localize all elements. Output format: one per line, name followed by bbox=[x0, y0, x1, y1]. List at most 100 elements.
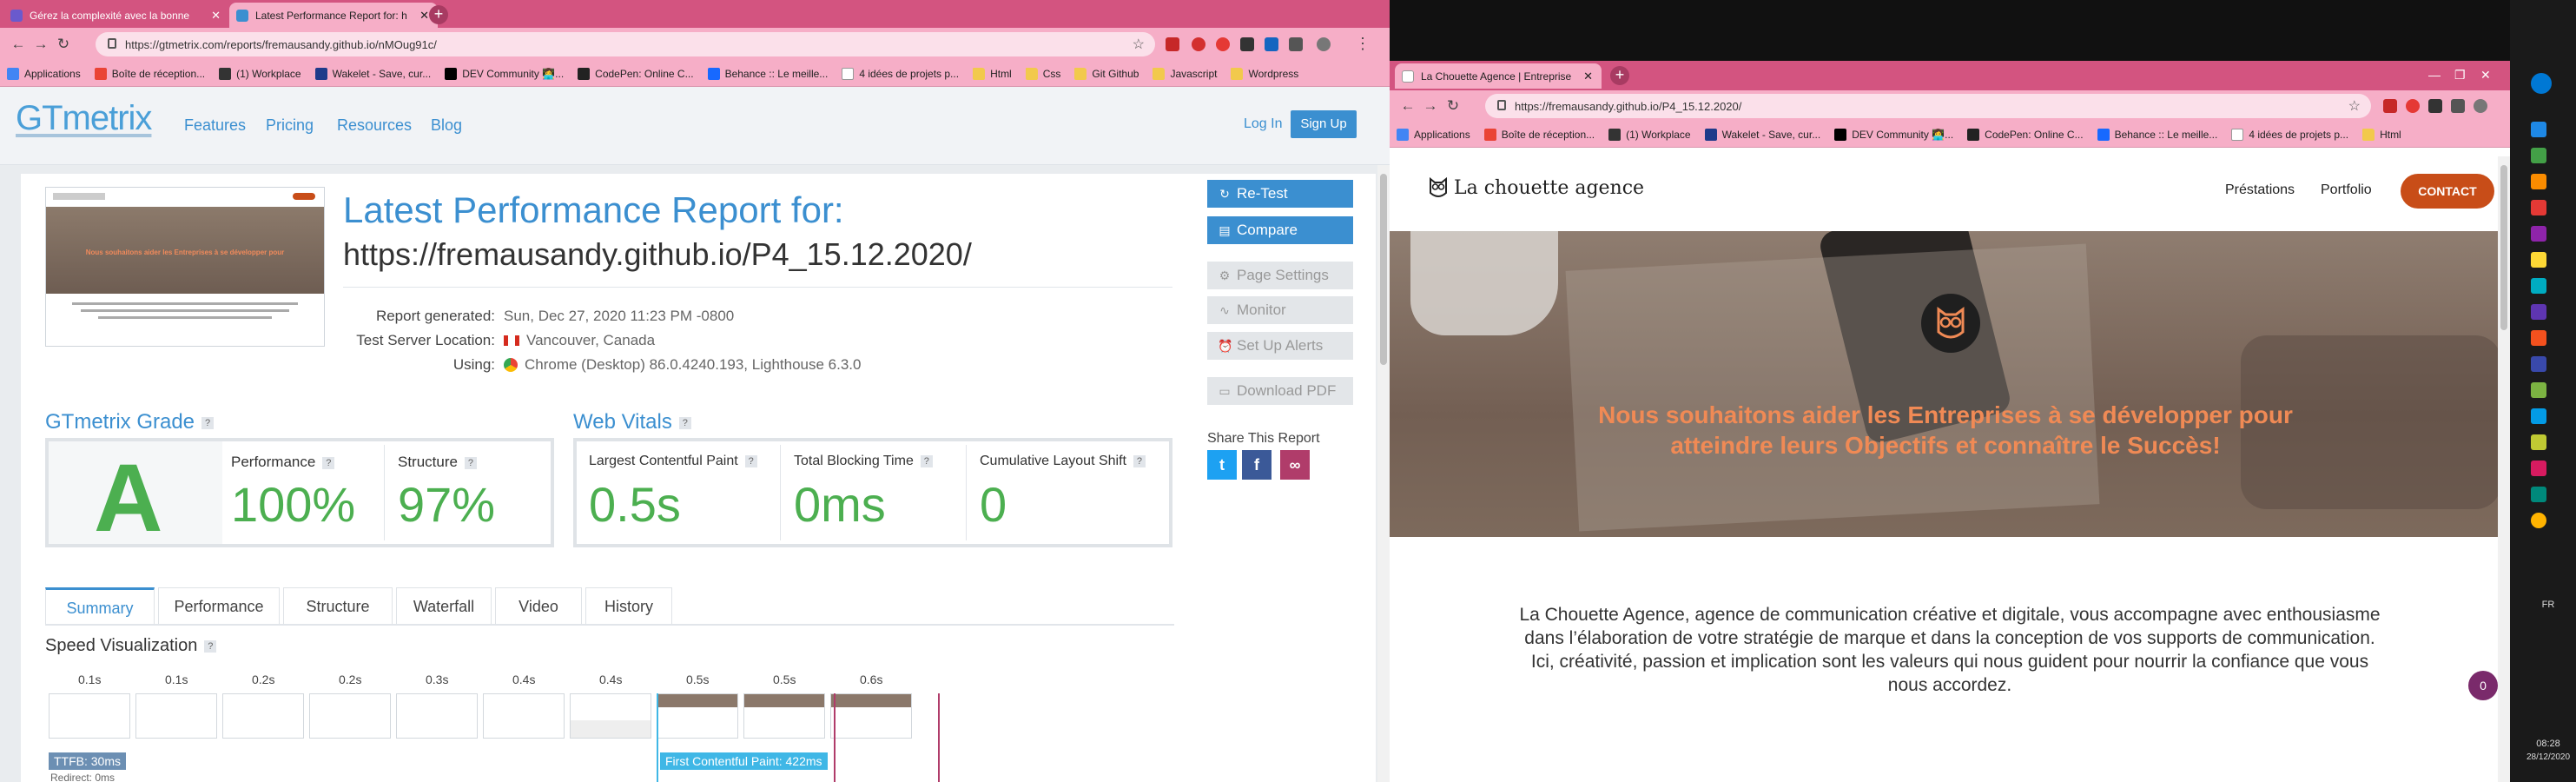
back-icon[interactable]: ← bbox=[7, 36, 30, 53]
compare-button[interactable]: ▤ Compare bbox=[1207, 216, 1353, 244]
reload-icon[interactable]: ↻ bbox=[52, 36, 75, 53]
minimize-icon[interactable]: — bbox=[2428, 68, 2441, 82]
clock-time[interactable]: 08:28 bbox=[2522, 739, 2574, 749]
filmstrip-frame[interactable] bbox=[570, 693, 651, 739]
help-icon[interactable]: ? bbox=[678, 416, 691, 429]
stop-extension-icon[interactable] bbox=[1216, 37, 1230, 51]
bookmark-behance[interactable]: Behance :: Le meille... bbox=[707, 67, 828, 80]
close-tab-icon[interactable]: ✕ bbox=[1576, 70, 1593, 83]
nav-portfolio[interactable]: Portfolio bbox=[2321, 182, 2372, 198]
stop-extension-icon[interactable] bbox=[2406, 99, 2420, 113]
tab-history[interactable]: History bbox=[585, 587, 672, 624]
reload-icon[interactable]: ↻ bbox=[1442, 97, 1464, 115]
bookmark-folder-html[interactable]: Html bbox=[2362, 128, 2401, 141]
taskbar-app-icon[interactable] bbox=[2531, 304, 2546, 320]
taskbar-app-icon[interactable] bbox=[2531, 278, 2546, 294]
site-logo[interactable]: La chouette agence bbox=[1454, 177, 1644, 199]
close-window-icon[interactable]: ✕ bbox=[2480, 68, 2491, 83]
bookmark-star-icon[interactable]: ☆ bbox=[1133, 36, 1145, 53]
filmstrip-frame[interactable] bbox=[222, 693, 304, 739]
start-icon[interactable] bbox=[2531, 73, 2552, 94]
login-link[interactable]: Log In bbox=[1244, 116, 1282, 132]
nav-blog[interactable]: Blog bbox=[431, 116, 462, 135]
taskbar-app-icon[interactable] bbox=[2531, 174, 2546, 189]
taskbar-app-icon[interactable] bbox=[2531, 434, 2546, 450]
bookmark-workplace[interactable]: (1) Workplace bbox=[219, 67, 301, 80]
chrome-taskbar-icon[interactable] bbox=[2531, 513, 2546, 528]
profile-avatar[interactable] bbox=[1317, 37, 1331, 51]
adblock-extension-icon[interactable] bbox=[1192, 37, 1205, 51]
nav-prestations[interactable]: Préstations bbox=[2225, 182, 2295, 198]
help-icon[interactable]: ? bbox=[744, 454, 757, 467]
tab-structure[interactable]: Structure bbox=[283, 587, 393, 624]
help-icon[interactable]: ? bbox=[464, 456, 477, 469]
taskbar-app-icon[interactable] bbox=[2531, 252, 2546, 268]
filmstrip-frame[interactable] bbox=[309, 693, 391, 739]
help-icon[interactable]: ? bbox=[204, 640, 217, 653]
screen-extension-icon[interactable] bbox=[2428, 99, 2442, 113]
bookmark-wakelet[interactable]: Wakelet - Save, cur... bbox=[314, 67, 431, 80]
bookmark-projets[interactable]: 4 idées de projets p... bbox=[2231, 128, 2348, 141]
retest-button[interactable]: ↻ Re-Test bbox=[1207, 180, 1353, 208]
bookmark-codepen[interactable]: CodePen: Online C... bbox=[578, 67, 694, 80]
forward-icon[interactable]: → bbox=[1419, 97, 1442, 115]
right-scrollbar[interactable] bbox=[2498, 156, 2510, 782]
taskbar-app-icon[interactable] bbox=[2531, 148, 2546, 163]
taskbar-app-icon[interactable] bbox=[2531, 200, 2546, 215]
set-up-alerts-button[interactable]: ⏰ Set Up Alerts bbox=[1207, 332, 1353, 360]
bookmark-folder-html[interactable]: Html bbox=[973, 67, 1012, 80]
tab-latest-performance-report[interactable]: Latest Performance Report for: h ✕ bbox=[229, 3, 438, 28]
puzzle-extension-icon[interactable] bbox=[2451, 99, 2465, 113]
app-extension-icon[interactable] bbox=[1265, 37, 1278, 51]
notification-badge[interactable]: 0 bbox=[2468, 671, 2498, 700]
screen-extension-icon[interactable] bbox=[1240, 37, 1254, 51]
bookmark-applications[interactable]: Applications bbox=[1397, 128, 1470, 141]
clock-date[interactable]: 28/12/2020 bbox=[2522, 752, 2574, 762]
menu-dots-icon[interactable]: ⋮ bbox=[1355, 35, 1371, 53]
monitor-button[interactable]: ∿ Monitor bbox=[1207, 296, 1353, 324]
taskbar-app-icon[interactable] bbox=[2531, 487, 2546, 502]
taskbar-app-icon[interactable] bbox=[2531, 122, 2546, 137]
facebook-icon[interactable]: f bbox=[1242, 450, 1271, 480]
close-tab-icon[interactable]: ✕ bbox=[413, 9, 429, 23]
new-tab-button[interactable]: + bbox=[429, 5, 448, 24]
nav-pricing[interactable]: Pricing bbox=[266, 116, 314, 135]
contact-button[interactable]: CONTACT bbox=[2401, 174, 2494, 209]
pdf-extension-icon[interactable] bbox=[2383, 99, 2397, 113]
link-icon[interactable]: ∞ bbox=[1280, 450, 1310, 480]
address-bar[interactable]: https://fremausandy.github.io/P4_15.12.2… bbox=[1485, 94, 2371, 118]
bookmark-behance[interactable]: Behance :: Le meille... bbox=[2097, 128, 2217, 141]
help-icon[interactable]: ? bbox=[322, 456, 335, 469]
bookmark-inbox[interactable]: Boîte de réception... bbox=[94, 67, 205, 80]
download-pdf-button[interactable]: ▭ Download PDF bbox=[1207, 377, 1353, 405]
help-icon[interactable]: ? bbox=[920, 454, 933, 467]
nav-features[interactable]: Features bbox=[184, 116, 246, 135]
taskbar-app-icon[interactable] bbox=[2531, 226, 2546, 242]
filmstrip-frame[interactable] bbox=[396, 693, 478, 739]
tab-summary[interactable]: Summary bbox=[45, 587, 155, 624]
bookmark-dev-community[interactable]: DEV Community 👩‍💻... bbox=[445, 67, 564, 80]
bookmark-dev-community[interactable]: DEV Community 👩‍💻... bbox=[1834, 128, 1953, 141]
filmstrip-frame[interactable] bbox=[135, 693, 217, 739]
bookmark-workplace[interactable]: (1) Workplace bbox=[1608, 128, 1691, 141]
tab-video[interactable]: Video bbox=[495, 587, 582, 624]
taskbar-app-icon[interactable] bbox=[2531, 408, 2546, 424]
nav-resources[interactable]: Resources bbox=[337, 116, 412, 135]
address-bar[interactable]: https://gtmetrix.com/reports/fremausandy… bbox=[96, 32, 1155, 56]
signup-button[interactable]: Sign Up bbox=[1291, 110, 1357, 138]
taskbar-app-icon[interactable] bbox=[2531, 461, 2546, 476]
bookmark-folder-javascript[interactable]: Javascript bbox=[1153, 67, 1217, 80]
restore-icon[interactable]: ❐ bbox=[2454, 68, 2466, 83]
filmstrip-frame[interactable] bbox=[483, 693, 565, 739]
tab-waterfall[interactable]: Waterfall bbox=[396, 587, 492, 624]
bookmark-folder-wordpress[interactable]: Wordpress bbox=[1231, 67, 1298, 80]
gtmetrix-logo[interactable]: GTmetrix bbox=[16, 99, 152, 138]
help-icon[interactable]: ? bbox=[201, 416, 215, 429]
tab-performance[interactable]: Performance bbox=[158, 587, 280, 624]
close-tab-icon[interactable]: ✕ bbox=[204, 9, 221, 23]
profile-avatar[interactable] bbox=[2474, 99, 2487, 113]
page-settings-button[interactable]: ⚙ Page Settings bbox=[1207, 262, 1353, 289]
left-scrollbar[interactable] bbox=[1377, 165, 1390, 782]
puzzle-extension-icon[interactable] bbox=[1289, 37, 1303, 51]
filmstrip-frame[interactable] bbox=[657, 693, 738, 739]
